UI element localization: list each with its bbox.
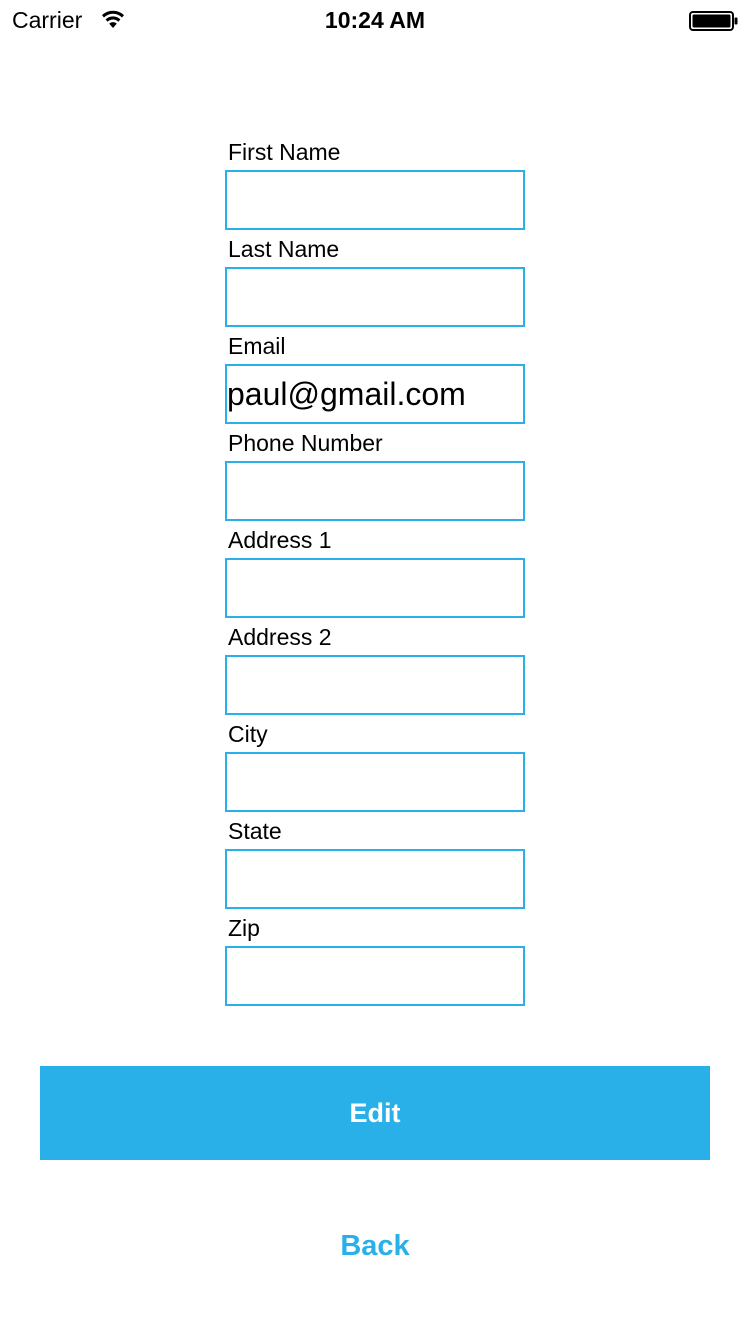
last-name-input[interactable] [225,267,525,327]
first-name-field: First Name [225,138,525,235]
address-2-input[interactable] [225,655,525,715]
state-field: State [225,817,525,914]
last-name-label: Last Name [228,236,340,262]
first-name-label: First Name [228,139,341,165]
email-input[interactable] [225,364,525,424]
zip-input[interactable] [225,946,525,1006]
status-time: 10:24 AM [324,7,426,33]
battery-full-icon [689,11,739,31]
phone-number-label: Phone Number [228,430,383,456]
city-label: City [228,721,268,747]
address-2-label: Address 2 [228,624,332,650]
address-1-field: Address 1 [225,526,525,623]
back-button[interactable]: Back [0,1226,750,1266]
last-name-field: Last Name [225,235,525,332]
state-input[interactable] [225,849,525,909]
first-name-input[interactable] [225,170,525,230]
city-input[interactable] [225,752,525,812]
email-label: Email [228,333,286,359]
city-field: City [225,720,525,817]
status-bar: Carrier 10:24 AM [0,0,750,40]
phone-number-input[interactable] [225,461,525,521]
zip-field: Zip [225,914,525,1011]
email-field: Email [225,332,525,429]
address-1-input[interactable] [225,558,525,618]
address-1-label: Address 1 [228,527,332,553]
phone-number-field: Phone Number [225,429,525,526]
address-2-field: Address 2 [225,623,525,720]
edit-button[interactable]: Edit [40,1066,710,1160]
zip-label: Zip [228,915,260,941]
state-label: State [228,818,282,844]
